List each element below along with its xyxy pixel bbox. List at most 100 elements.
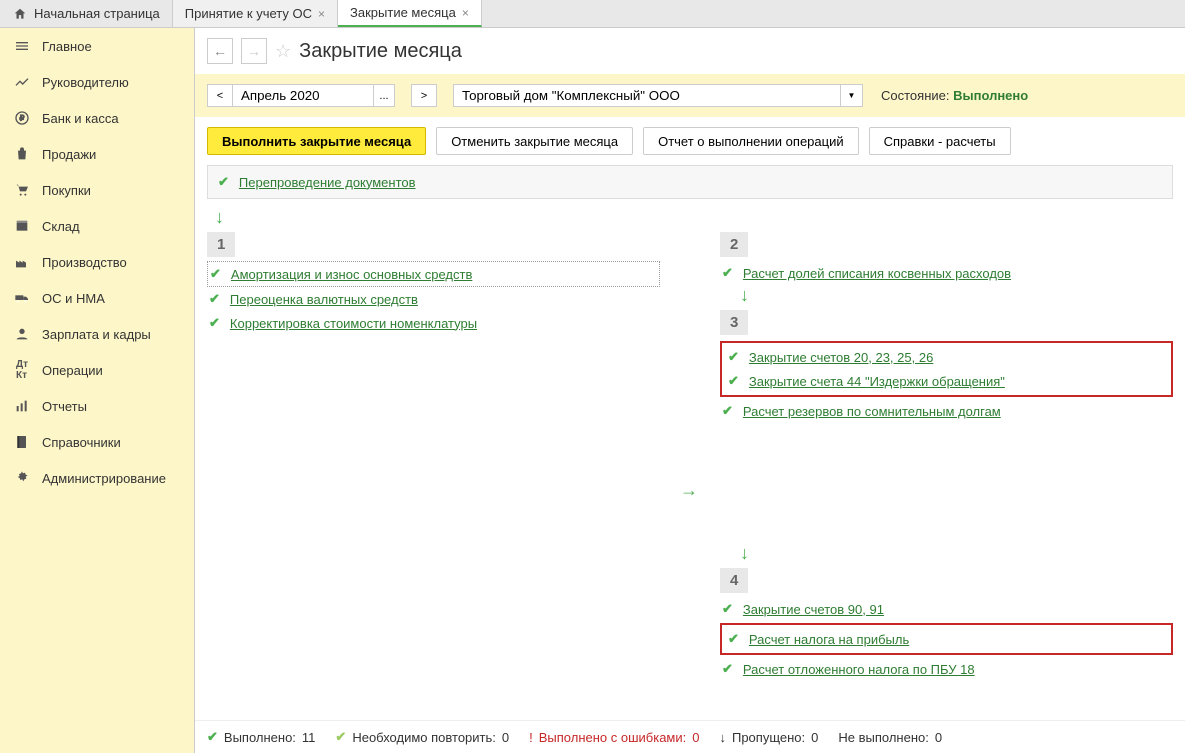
operation-row: ✔ Корректировка стоимости номенклатуры [207, 311, 660, 335]
person-icon [14, 326, 30, 342]
ruble-icon: ₽ [14, 110, 30, 126]
close-icon[interactable]: × [318, 7, 325, 21]
operation-link[interactable]: Закрытие счета 44 "Издержки обращения" [749, 374, 1005, 389]
sidebar-item-label: Руководителю [42, 75, 129, 90]
sidebar-item-bank[interactable]: ₽ Банк и касса [0, 100, 194, 136]
status-errors: ! Выполнено с ошибками: 0 [529, 730, 699, 745]
bag-icon [14, 146, 30, 162]
sidebar-item-manager[interactable]: Руководителю [0, 64, 194, 100]
check-icon: ✔ [728, 373, 739, 389]
highlight-box: ✔ Расчет налога на прибыль [720, 623, 1173, 655]
check-icon: ✔ [210, 266, 221, 282]
close-icon[interactable]: × [462, 6, 469, 20]
operation-link[interactable]: Расчет отложенного налога по ПБУ 18 [743, 662, 975, 677]
sidebar-item-catalogs[interactable]: Справочники [0, 424, 194, 460]
sidebar-item-label: Операции [42, 363, 103, 378]
operation-link[interactable]: Корректировка стоимости номенклатуры [230, 316, 477, 331]
status-done: ✔ Выполнено: 11 [207, 729, 315, 745]
chart-line-icon [14, 74, 30, 90]
cancel-close-button[interactable]: Отменить закрытие месяца [436, 127, 633, 155]
block-number: 1 [207, 232, 235, 257]
repost-row: ✔ Перепроведение документов [207, 165, 1173, 199]
forward-button[interactable]: → [241, 38, 267, 64]
operation-row: ✔ Расчет налога на прибыль [726, 627, 1167, 651]
block-number: 3 [720, 310, 748, 335]
sidebar-item-operations[interactable]: ДтКтОперации [0, 352, 194, 388]
repost-link[interactable]: Перепроведение документов [239, 175, 416, 190]
tab-label: Начальная страница [34, 6, 160, 21]
status-bar: ✔ Выполнено: 11 ✔ Необходимо повторить: … [195, 720, 1185, 753]
factory-icon [14, 254, 30, 270]
operation-row: ✔ Закрытие счетов 90, 91 [720, 597, 1173, 621]
down-arrow-icon: ↓ [719, 730, 726, 745]
down-arrow-icon: ↓ [740, 543, 1173, 564]
tab-label: Принятие к учету ОС [185, 6, 312, 21]
right-arrow-icon: → [680, 480, 698, 501]
down-arrow-icon: ↓ [215, 207, 1185, 228]
period-picker-button[interactable]: ... [373, 84, 395, 107]
bar-chart-icon [14, 398, 30, 414]
sidebar-item-label: Продажи [42, 147, 96, 162]
report-button[interactable]: Отчет о выполнении операций [643, 127, 859, 155]
sidebar-item-label: Главное [42, 39, 92, 54]
run-close-button[interactable]: Выполнить закрытие месяца [207, 127, 426, 155]
sidebar-item-hr[interactable]: Зарплата и кадры [0, 316, 194, 352]
operation-link[interactable]: Закрытие счетов 20, 23, 25, 26 [749, 350, 933, 365]
check-icon: ✔ [209, 291, 220, 307]
check-icon: ✔ [218, 174, 229, 190]
sidebar-item-label: Банк и касса [42, 111, 119, 126]
operation-link[interactable]: Расчет долей списания косвенных расходов [743, 266, 1011, 281]
toolbar: < ... > ▼ Состояние: Выполнено [195, 74, 1185, 117]
sidebar-item-label: Производство [42, 255, 127, 270]
check-icon: ✔ [722, 601, 733, 617]
operation-row: ✔ Амортизация и износ основных средств [207, 261, 660, 287]
star-icon[interactable]: ☆ [275, 41, 291, 62]
sidebar-item-warehouse[interactable]: Склад [0, 208, 194, 244]
operation-link[interactable]: Амортизация и износ основных средств [231, 267, 472, 282]
operation-link[interactable]: Переоценка валютных средств [230, 292, 418, 307]
tab-month-close[interactable]: Закрытие месяца × [338, 0, 482, 27]
operation-row: ✔ Расчет долей списания косвенных расход… [720, 261, 1173, 285]
company-input[interactable] [453, 84, 841, 107]
sidebar: Главное Руководителю ₽ Банк и касса Прода… [0, 28, 195, 753]
operation-link[interactable]: Закрытие счетов 90, 91 [743, 602, 884, 617]
column-1: 1 ✔ Амортизация и износ основных средств… [207, 228, 660, 753]
sidebar-item-production[interactable]: Производство [0, 244, 194, 280]
sidebar-item-assets[interactable]: ОС и НМА [0, 280, 194, 316]
sidebar-item-label: Справочники [42, 435, 121, 450]
sidebar-item-label: ОС и НМА [42, 291, 105, 306]
sidebar-item-admin[interactable]: Администрирование [0, 460, 194, 496]
period-next-button[interactable]: > [411, 84, 437, 107]
tab-asset[interactable]: Принятие к учету ОС × [173, 0, 338, 27]
check-icon: ✔ [335, 729, 346, 745]
exclamation-icon: ! [529, 730, 533, 745]
refs-button[interactable]: Справки - расчеты [869, 127, 1011, 155]
sidebar-item-sales[interactable]: Продажи [0, 136, 194, 172]
tab-label: Закрытие месяца [350, 5, 456, 20]
down-arrow-icon: ↓ [740, 285, 1173, 306]
sidebar-item-reports[interactable]: Отчеты [0, 388, 194, 424]
back-button[interactable]: ← [207, 38, 233, 64]
state-value: Выполнено [953, 88, 1028, 103]
operation-link[interactable]: Расчет резервов по сомнительным долгам [743, 404, 1001, 419]
status-skipped: ↓ Пропущено: 0 [719, 730, 818, 745]
sidebar-item-purchases[interactable]: Покупки [0, 172, 194, 208]
period-prev-button[interactable]: < [207, 84, 233, 107]
company-dropdown-button[interactable]: ▼ [841, 84, 863, 107]
period-input[interactable] [233, 84, 373, 107]
tab-home[interactable]: Начальная страница [0, 0, 173, 27]
check-icon: ✔ [207, 729, 218, 745]
operation-row: ✔ Расчет отложенного налога по ПБУ 18 [720, 657, 1173, 681]
status-repeat: ✔ Необходимо повторить: 0 [335, 729, 509, 745]
sidebar-item-main[interactable]: Главное [0, 28, 194, 64]
tab-bar: Начальная страница Принятие к учету ОС ×… [0, 0, 1185, 28]
sidebar-item-label: Склад [42, 219, 80, 234]
menu-icon [14, 38, 30, 54]
check-icon: ✔ [722, 265, 733, 281]
check-icon: ✔ [209, 315, 220, 331]
state-label: Состояние: Выполнено [881, 88, 1028, 103]
gear-icon [14, 470, 30, 486]
check-icon: ✔ [728, 349, 739, 365]
page-title: Закрытие месяца [299, 40, 462, 63]
operation-link[interactable]: Расчет налога на прибыль [749, 632, 909, 647]
